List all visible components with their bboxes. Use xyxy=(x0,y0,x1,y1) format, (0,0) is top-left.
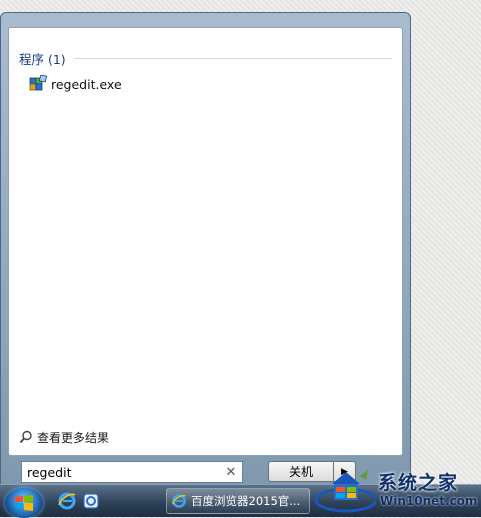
regedit-icon xyxy=(29,74,48,93)
programs-section-header[interactable]: 程序 (1) xyxy=(19,50,392,67)
start-button[interactable] xyxy=(5,488,43,518)
result-item-regedit[interactable]: regedit.exe xyxy=(29,74,122,94)
watermark-url: Win10net.com xyxy=(380,494,478,508)
taskbar-window-label: 百度浏览器2015官... xyxy=(191,494,301,508)
app-icon xyxy=(83,493,99,509)
section-divider xyxy=(73,57,392,59)
section-title: 程序 (1) xyxy=(19,51,66,67)
watermark-title: 系统之家 xyxy=(378,472,459,494)
windows-logo-icon xyxy=(15,495,33,511)
ie-icon xyxy=(172,494,186,508)
see-more-results-link[interactable]: 查看更多结果 xyxy=(19,428,109,446)
ie-icon xyxy=(58,492,76,510)
taskbar-pinned-ie[interactable] xyxy=(56,491,78,511)
search-input[interactable] xyxy=(22,464,224,480)
clear-icon[interactable]: ✕ xyxy=(224,465,238,480)
search-icon xyxy=(19,430,33,444)
result-label: regedit.exe xyxy=(51,76,122,92)
site-watermark: 系统之家 Win10net.com xyxy=(312,466,481,516)
watermark-logo-icon xyxy=(314,470,376,513)
search-box[interactable]: ✕ xyxy=(21,461,243,483)
see-more-results-label: 查看更多结果 xyxy=(37,430,110,445)
taskbar-pinned-app[interactable] xyxy=(80,491,102,511)
search-results-panel: 程序 (1) regedit.exe 查看更多结果 xyxy=(8,27,403,456)
start-menu: 程序 (1) regedit.exe 查看更多结果 regedit ✕ 关机 ▶ xyxy=(0,12,411,492)
taskbar-window-browser[interactable]: 百度浏览器2015官... xyxy=(166,488,310,514)
